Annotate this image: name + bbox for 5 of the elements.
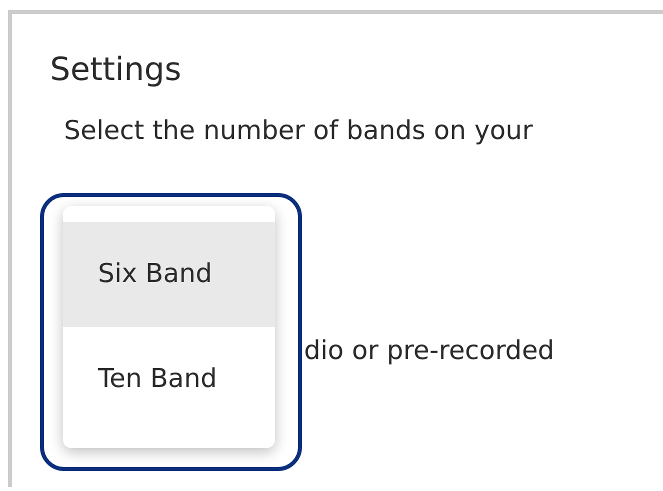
settings-heading: Settings bbox=[49, 49, 182, 88]
dropdown-option[interactable]: Ten Band bbox=[63, 327, 275, 432]
description-text: dio or pre-recorded bbox=[303, 336, 554, 367]
dropdown-option[interactable]: Six Band bbox=[63, 222, 275, 327]
instruction-text: Select the number of bands on your bbox=[63, 115, 533, 148]
